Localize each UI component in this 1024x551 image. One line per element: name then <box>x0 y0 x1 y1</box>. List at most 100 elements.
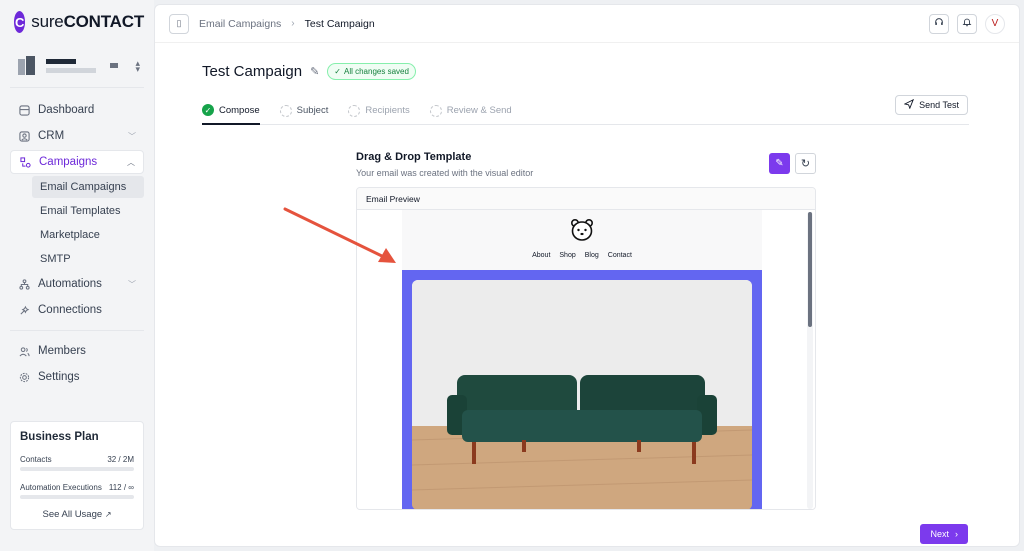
settings-icon <box>18 371 30 383</box>
submenu-smtp[interactable]: SMTP <box>32 248 144 270</box>
sidebar-nav: Dashboard CRM ﹀ Campaigns ︿ Email Campai… <box>10 98 144 389</box>
campaigns-icon <box>19 156 31 168</box>
automation-usage-row: Automation Executions 112 / ∞ <box>20 483 134 492</box>
chevron-right-icon: › <box>955 529 958 539</box>
hero-photo-sofa <box>412 280 752 509</box>
brand-logo[interactable]: C sureCONTACT <box>10 0 144 44</box>
sidebar-item-crm[interactable]: CRM ﹀ <box>10 124 144 148</box>
step-review-send[interactable]: Review & Send <box>429 97 512 125</box>
building-icon <box>16 55 38 77</box>
step-compose[interactable]: ✓ Compose <box>202 97 260 125</box>
connections-icon <box>18 304 30 316</box>
workspace-name-redacted <box>46 58 96 73</box>
sidebar-item-settings[interactable]: Settings <box>10 365 144 389</box>
pending-step-icon <box>348 104 361 117</box>
logo-icon: C <box>14 11 26 33</box>
see-all-usage-link[interactable]: See All Usage ↗ <box>20 509 134 520</box>
email-nav-contact: Contact <box>607 252 632 259</box>
bear-logo-icon <box>570 218 594 241</box>
email-preview-body[interactable]: About Shop Blog Contact <box>357 210 815 509</box>
sidebar-item-dashboard[interactable]: Dashboard <box>10 98 144 122</box>
topbar: ▯ Email Campaigns › Test Campaign V <box>155 5 1019 43</box>
contacts-usage-bar <box>20 467 134 471</box>
breadcrumb-parent[interactable]: Email Campaigns <box>199 18 281 30</box>
template-title: Drag & Drop Template <box>356 151 472 163</box>
sidebar-item-label: Dashboard <box>38 104 95 116</box>
sofa-illustration <box>412 280 752 509</box>
workspace-badge-icon <box>110 63 118 68</box>
send-test-button[interactable]: Send Test <box>895 95 968 115</box>
next-button[interactable]: Next › <box>920 524 968 544</box>
automation-usage-label: Automation Executions <box>20 483 102 492</box>
headset-icon <box>934 17 944 30</box>
topbar-actions: V <box>929 13 1005 34</box>
automations-icon <box>18 278 30 290</box>
submenu-email-campaigns[interactable]: Email Campaigns <box>32 176 144 198</box>
pending-step-icon <box>429 104 442 117</box>
contacts-usage-value: 32 / 2M <box>107 455 134 464</box>
panel-toggle-icon: ▯ <box>176 18 182 28</box>
step-subject[interactable]: Subject <box>279 97 328 125</box>
email-preview: Email Preview About Shop Blog Contact <box>356 187 816 510</box>
sidebar-item-connections[interactable]: Connections <box>10 298 144 322</box>
email-content: About Shop Blog Contact <box>402 210 762 509</box>
main-panel: ▯ Email Campaigns › Test Campaign V Test… <box>154 4 1020 547</box>
plan-usage-card: Business Plan Contacts 32 / 2M Automatio… <box>10 421 144 530</box>
step-recipients[interactable]: Recipients <box>348 97 410 125</box>
automation-usage-bar <box>20 495 134 499</box>
sidebar-item-automations[interactable]: Automations ﹀ <box>10 272 144 296</box>
support-button[interactable] <box>929 13 949 34</box>
edit-title-icon[interactable]: ✎ <box>310 65 319 78</box>
email-nav-about: About <box>532 252 551 259</box>
chevron-down-icon: ﹀ <box>128 279 136 289</box>
contacts-usage-row: Contacts 32 / 2M <box>20 455 134 464</box>
sidebar-item-label: Campaigns <box>39 156 98 168</box>
dashboard-icon <box>18 104 30 116</box>
user-avatar[interactable]: V <box>985 13 1005 34</box>
check-circle-icon: ✓ <box>202 104 214 116</box>
preview-scrollbar[interactable] <box>807 212 813 509</box>
sidebar-item-label: Settings <box>38 371 80 383</box>
send-icon <box>903 98 915 111</box>
sidebar-divider <box>10 330 144 331</box>
refresh-icon: ↻ <box>800 158 811 170</box>
email-nav-blog: Blog <box>584 252 599 259</box>
chevron-updown-icon: ▴ ▾ <box>135 57 140 74</box>
template-subtitle: Your email was created with the visual e… <box>356 168 534 178</box>
automation-usage-value: 112 / ∞ <box>108 483 134 492</box>
email-nav-shop: Shop <box>559 252 576 259</box>
external-link-icon: ↗ <box>104 510 112 519</box>
email-preview-header: Email Preview <box>357 188 815 210</box>
sidebar-item-campaigns[interactable]: Campaigns ︿ <box>10 150 144 174</box>
chevron-up-icon: ︿ <box>127 157 135 167</box>
campaign-title-row: Test Campaign ✎ ✓ All changes saved <box>202 63 416 80</box>
page-title: Test Campaign <box>202 63 303 80</box>
plan-title: Business Plan <box>20 431 99 443</box>
workspace-switcher[interactable]: ▴ ▾ <box>10 44 144 88</box>
breadcrumb-current: Test Campaign <box>304 17 375 30</box>
pencil-icon: ✎ <box>775 158 784 169</box>
sidebar-item-label: CRM <box>38 130 65 142</box>
check-icon: ✓ <box>334 67 341 76</box>
contacts-usage-label: Contacts <box>20 455 52 464</box>
edit-template-button[interactable]: ✎ <box>769 153 790 174</box>
pending-step-icon <box>279 104 292 117</box>
reset-template-button[interactable]: ↻ <box>795 153 816 174</box>
chevron-right-icon: › <box>291 18 295 29</box>
members-icon <box>18 345 30 357</box>
preview-scrollbar-thumb[interactable] <box>808 212 812 327</box>
email-hero-section <box>402 270 762 509</box>
campaign-steps: ✓ Compose Subject Recipients Review & Se… <box>202 97 969 125</box>
sidebar-toggle-button[interactable]: ▯ <box>169 13 189 34</box>
sidebar-item-members[interactable]: Members <box>10 339 144 363</box>
submenu-marketplace[interactable]: Marketplace <box>32 224 144 246</box>
notifications-button[interactable] <box>957 13 977 34</box>
brand-name: sureCONTACT <box>31 12 144 31</box>
chevron-down-icon: ﹀ <box>128 131 136 141</box>
sidebar-item-label: Automations <box>38 278 102 290</box>
sidebar: C sureCONTACT ▴ ▾ Dashboard CRM ﹀ Campaig… <box>0 0 154 551</box>
campaigns-submenu: Email Campaigns Email Templates Marketpl… <box>10 176 144 270</box>
bell-icon <box>962 17 972 30</box>
submenu-email-templates[interactable]: Email Templates <box>32 200 144 222</box>
sidebar-item-label: Members <box>38 345 86 357</box>
